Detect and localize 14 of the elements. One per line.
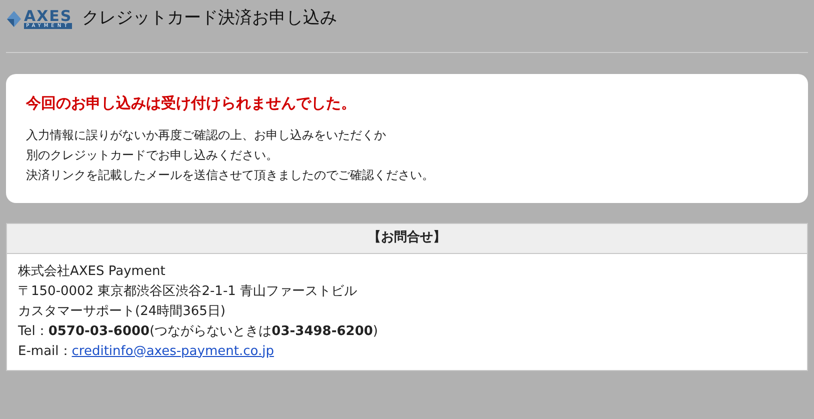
contact-line: 株式会社AXES Payment: [18, 262, 166, 280]
page-title: クレジットカード決済お申し込み: [82, 7, 338, 30]
diamond-icon: [6, 10, 22, 28]
message-line: 入力情報に誤りがないか再度ご確認の上、お申し込みをいただくか: [26, 126, 387, 144]
email-link[interactable]: creditinfo@axes-payment.co.jp: [72, 342, 274, 362]
logo-text: AXES: [24, 9, 72, 23]
contact-line: Tel：0570-03-6000(つながらないときは03-3498-6200): [18, 322, 379, 340]
contact-line: 〒150-0002 東京都渋谷区渋谷2-1-1 青山ファーストビル: [18, 282, 358, 300]
message-line: 別のクレジットカードでお申し込みください。: [26, 146, 279, 164]
email-label: E-mail：: [18, 342, 72, 360]
contact-heading: 【お問合せ】: [368, 229, 446, 248]
error-heading: 今回のお申し込みは受け付けられませんでした。: [26, 93, 357, 114]
message-line: 決済リンクを記載したメールを送信させて頂きましたのでご確認ください。: [26, 166, 435, 184]
contact-line: カスタマーサポート(24時間365日): [18, 302, 226, 320]
